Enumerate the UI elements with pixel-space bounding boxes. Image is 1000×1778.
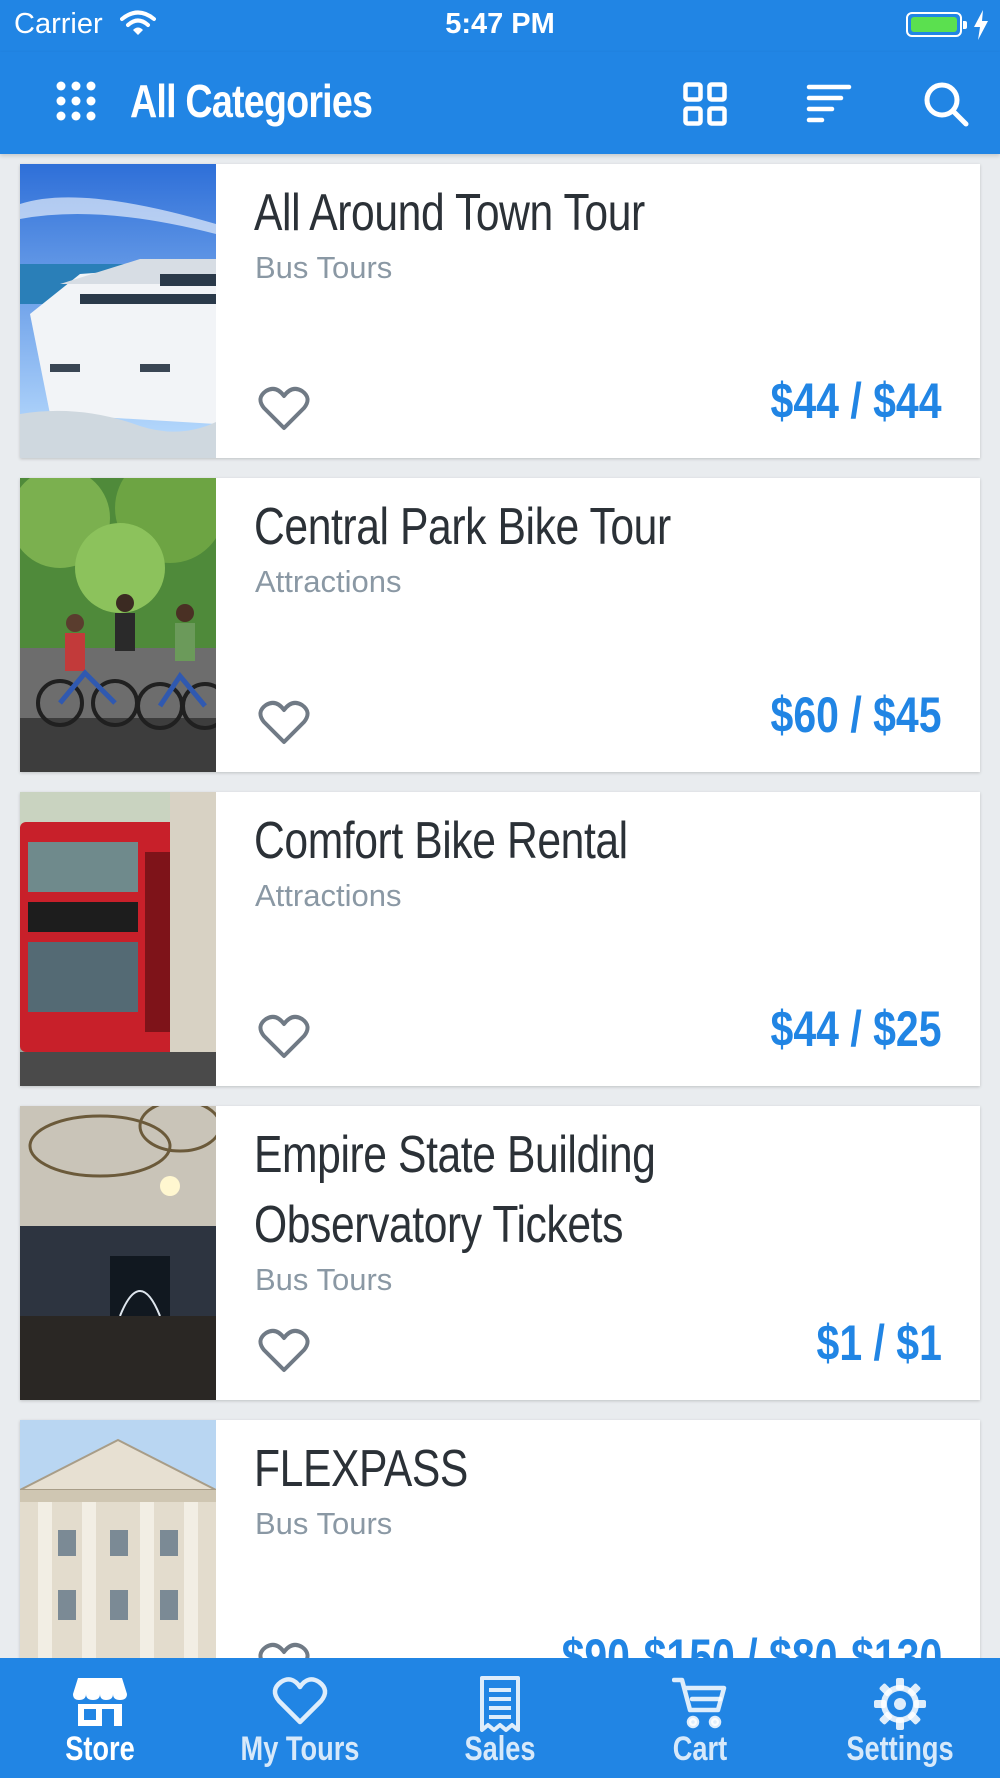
tab-cart[interactable]: Cart <box>600 1658 800 1778</box>
product-title: All Around Town Tour <box>254 184 645 242</box>
product-card[interactable]: Empire State Building Observatory Ticket… <box>20 1106 980 1400</box>
tab-label: Settings <box>846 1730 954 1768</box>
tab-my-tours[interactable]: My Tours <box>200 1658 400 1778</box>
product-category: Attractions <box>255 878 402 913</box>
favorite-heart-icon[interactable] <box>258 386 310 437</box>
grid-view-icon[interactable] <box>683 82 727 131</box>
receipt-icon <box>472 1676 528 1737</box>
tab-label: Sales <box>464 1730 536 1768</box>
product-price: $90-$150 / $80-$130 <box>561 1629 942 1658</box>
product-card[interactable]: Comfort Bike Rental Attractions $44 / $2… <box>20 792 980 1086</box>
red-bus-photo <box>20 792 216 1086</box>
tab-label: Cart <box>672 1730 728 1768</box>
gear-icon <box>872 1676 928 1737</box>
favorite-heart-icon[interactable] <box>258 1642 310 1658</box>
yacht-photo <box>20 164 216 458</box>
tab-bar: Store My Tours Sales Cart Settings <box>0 1658 1000 1778</box>
tab-settings[interactable]: Settings <box>800 1658 1000 1778</box>
favorite-heart-icon[interactable] <box>258 700 310 751</box>
product-category: Attractions <box>255 564 402 599</box>
product-price: $44 / $44 <box>771 373 942 429</box>
search-icon[interactable] <box>922 80 970 133</box>
charging-icon <box>972 10 990 45</box>
product-price: $60 / $45 <box>771 687 942 743</box>
tab-label: My Tours <box>240 1730 360 1768</box>
apps-grid-icon[interactable] <box>56 81 96 126</box>
product-price: $1 / $1 <box>816 1315 942 1371</box>
product-title: Comfort Bike Rental <box>254 812 628 870</box>
status-bar: Carrier 5:47 PM <box>0 0 1000 52</box>
product-category: Bus Tours <box>255 1262 393 1297</box>
product-card[interactable]: Central Park Bike Tour Attractions $60 /… <box>20 478 980 772</box>
product-title-line2: Observatory Tickets <box>254 1196 623 1254</box>
product-price: $44 / $25 <box>771 1001 942 1057</box>
product-title: Central Park Bike Tour <box>254 498 671 556</box>
store-icon <box>72 1676 128 1733</box>
battery-icon <box>906 12 967 37</box>
lobby-photo <box>20 1106 216 1400</box>
product-title: FLEXPASS <box>254 1440 468 1498</box>
building-photo <box>20 1420 216 1658</box>
navigation-bar: All Categories <box>0 52 1000 154</box>
tab-label: Store <box>65 1730 135 1768</box>
product-card[interactable]: All Around Town Tour Bus Tours $44 / $44 <box>20 164 980 458</box>
page-title: All Categories <box>130 75 373 127</box>
bikers-photo <box>20 478 216 772</box>
product-card[interactable]: FLEXPASS Bus Tours $90-$150 / $80-$130 <box>20 1420 980 1658</box>
clock: 5:47 PM <box>445 8 555 40</box>
sort-icon[interactable] <box>806 82 852 131</box>
tab-store[interactable]: Store <box>0 1658 200 1778</box>
product-title: Empire State Building Observatory Ticket… <box>254 1120 828 1260</box>
product-category: Bus Tours <box>255 250 393 285</box>
product-title-line1: Empire State Building <box>254 1126 656 1184</box>
tab-sales[interactable]: Sales <box>400 1658 600 1778</box>
heart-icon <box>272 1676 328 1731</box>
cart-icon <box>671 1676 728 1735</box>
favorite-heart-icon[interactable] <box>258 1014 310 1065</box>
favorite-heart-icon[interactable] <box>258 1328 310 1379</box>
product-category: Bus Tours <box>255 1506 393 1541</box>
product-list: All Around Town Tour Bus Tours $44 / $44 <box>0 154 1000 1658</box>
